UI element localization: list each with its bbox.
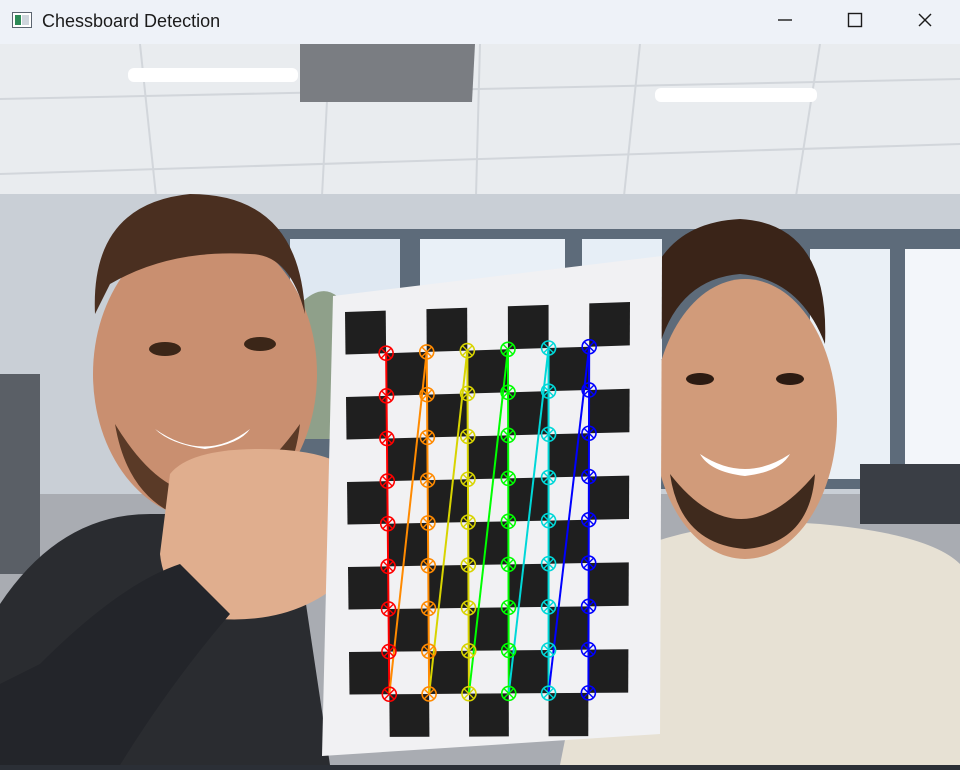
window-bottom-edge: [0, 765, 960, 770]
image-window-icon: [12, 12, 32, 28]
chessboard-square: [468, 693, 509, 737]
maximize-button[interactable]: [820, 0, 890, 44]
app-window: Chessboard Detection: [0, 0, 960, 770]
chessboard-square: [345, 310, 387, 355]
chessboard-square: [347, 481, 388, 525]
close-button[interactable]: [890, 0, 960, 44]
chessboard-square: [427, 479, 469, 523]
chessboard-square: [349, 651, 390, 695]
close-icon: [916, 11, 934, 34]
ceiling-vent: [300, 44, 475, 102]
chessboard-square: [467, 435, 509, 480]
minimize-button[interactable]: [750, 0, 820, 44]
title-bar[interactable]: Chessboard Detection: [0, 0, 960, 44]
chessboard-square: [346, 395, 387, 440]
window-title: Chessboard Detection: [42, 11, 221, 31]
chessboard-square: [508, 650, 549, 694]
chessboard-square: [588, 649, 629, 693]
chessboard-square: [389, 693, 430, 737]
door-frame: [0, 374, 40, 574]
chessboard-square: [386, 351, 428, 396]
chessboard-square: [548, 692, 589, 737]
chessboard-square: [428, 565, 469, 609]
chessboard-square: [588, 475, 630, 520]
chessboard-square: [508, 563, 549, 608]
chessboard-square: [548, 346, 590, 392]
chessboard-square: [426, 307, 468, 352]
minimize-icon: [776, 11, 794, 34]
chessboard-square: [348, 566, 389, 610]
chessboard-square: [588, 562, 629, 607]
camera-frame: [0, 44, 960, 765]
chessboard-square: [507, 304, 549, 350]
chessboard-square: [588, 388, 630, 434]
chessboard-square: [386, 437, 428, 482]
ceiling-light-left: [128, 68, 298, 82]
chessboard-square: [428, 650, 469, 694]
window-controls: [750, 0, 960, 44]
chessboard-square: [548, 433, 589, 478]
camera-image: [0, 44, 960, 765]
chessboard-square: [467, 349, 509, 394]
maximize-icon: [846, 11, 864, 34]
ceiling-light-right: [655, 88, 817, 102]
chessboard-square: [589, 302, 630, 347]
